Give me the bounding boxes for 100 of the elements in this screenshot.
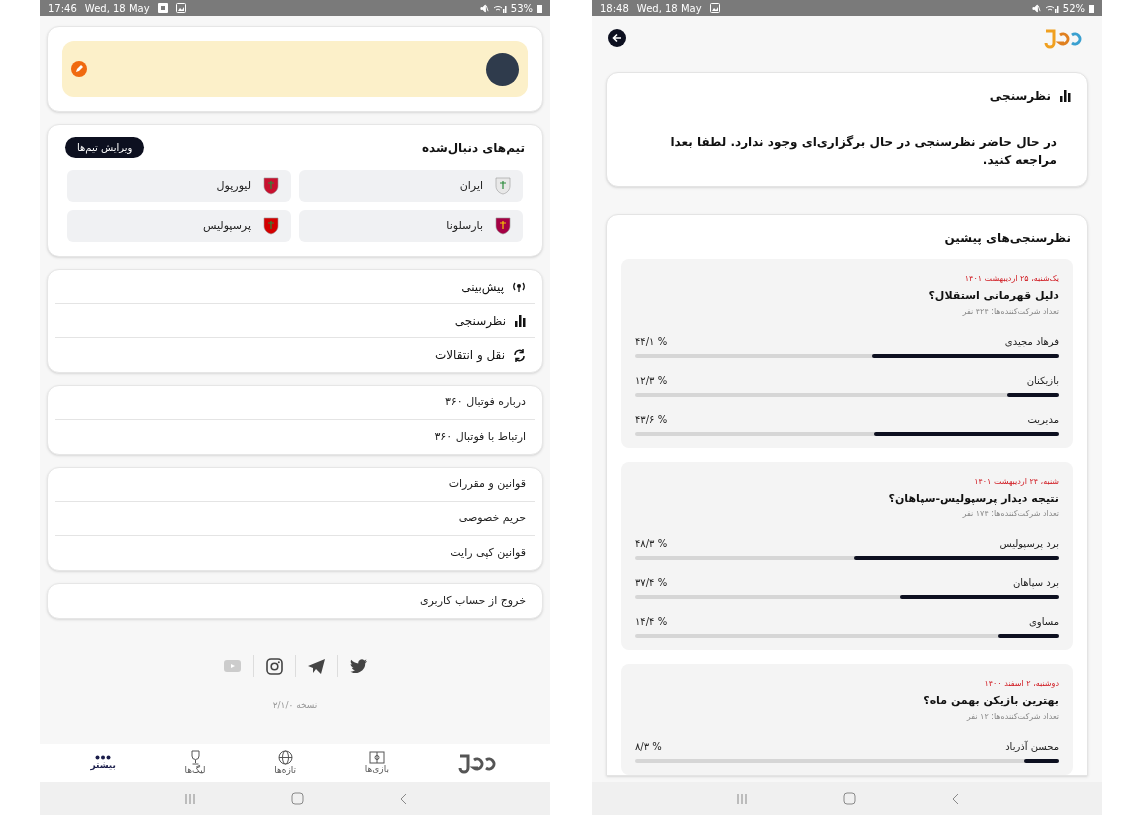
- menu-item[interactable]: قوانین کپی رایت: [55, 536, 535, 570]
- back-button[interactable]: [608, 29, 626, 47]
- menu-item-label: نظرسنجی: [454, 312, 506, 330]
- menu-item[interactable]: نقل و انتقالات: [55, 338, 535, 372]
- poll-date: دوشنبه، ۲ اسفند ۱۴۰۰: [983, 678, 1059, 690]
- participant-count: تعداد شرکت‌کننده‌ها: ۴۲۴ نفر: [961, 305, 1059, 318]
- section-title: تیم‌های دنبال‌شده: [421, 139, 525, 157]
- option-percentage: ۱۴/۴ %: [635, 615, 668, 629]
- poll-question: دلیل قهرمانی استقلال؟: [927, 288, 1059, 304]
- menu-item[interactable]: خروج از حساب کاربری: [55, 584, 535, 618]
- option-percentage: ۱۲/۳ %: [635, 373, 668, 388]
- home-icon[interactable]: [290, 792, 304, 805]
- menu-item[interactable]: حریم خصوصی: [55, 502, 535, 536]
- past-polls-title: نظرسنجی‌های پیشین: [943, 230, 1072, 247]
- menu-item[interactable]: پیش‌بینی: [55, 270, 535, 304]
- status-time: 17:46: [48, 1, 77, 16]
- option-label: مدیریت: [1027, 412, 1059, 427]
- status-date: Wed, 18 May: [84, 1, 150, 16]
- menu-item[interactable]: قوانین و مقررات: [55, 468, 535, 502]
- battery-percent: 53%: [510, 1, 533, 16]
- more-dots-icon: [95, 754, 112, 760]
- option-percentage: ۴۳/۶ %: [635, 412, 668, 427]
- battery-icon: [537, 3, 542, 13]
- menu-item[interactable]: ارتباط با فوتبال ۳۶۰: [55, 420, 535, 454]
- bar-chart-icon: [514, 314, 526, 327]
- mute-icon: [479, 3, 489, 13]
- option-percentage: ۴۸/۳ %: [635, 537, 668, 551]
- menu-item-label: پیش‌بینی: [461, 278, 504, 296]
- broadcast-icon: [512, 280, 526, 293]
- option-label: فرهاد مجیدی: [1004, 334, 1059, 349]
- participant-count: تعداد شرکت‌کننده‌ها: ۱۷۴ نفر: [961, 508, 1059, 520]
- option-label: محسن آذرباد: [1005, 739, 1059, 754]
- team-tile[interactable]: ایران: [299, 170, 523, 202]
- image-notification-icon: [175, 3, 186, 13]
- edit-profile-button[interactable]: [71, 61, 87, 77]
- menu-item[interactable]: درباره فوتبال ۳۶۰: [55, 386, 535, 420]
- battery-icon: [1089, 3, 1094, 13]
- team-name: لیورپول: [216, 177, 251, 194]
- nav-tab[interactable]: تازه‌ها: [274, 749, 297, 777]
- poll-date: یک‌شنبه، ۲۵ اردیبهشت ۱۴۰۱: [963, 273, 1059, 285]
- nav-tab[interactable]: بیشتر: [90, 754, 116, 772]
- recent-apps-icon[interactable]: [183, 792, 196, 805]
- nav-tab[interactable]: بازی‌ها: [364, 750, 389, 776]
- menu-item[interactable]: نظرسنجی: [55, 304, 535, 338]
- menu-item-label: حریم خصوصی: [458, 510, 526, 527]
- trophy-icon: [188, 749, 202, 765]
- menu-item-label: قوانین کپی رایت: [450, 544, 526, 561]
- team-crest-icon: [495, 177, 511, 195]
- team-crest-icon: [263, 217, 279, 235]
- signal-icon: [492, 3, 507, 13]
- back-icon[interactable]: [398, 792, 407, 805]
- option-percentage: ۳۷/۴ %: [635, 576, 668, 590]
- poll-question: نتیجه دیدار پرسپولیس-سپاهان؟: [887, 490, 1059, 507]
- paper-plane-icon[interactable]: [307, 658, 325, 674]
- option-percentage: ۴۴/۱ %: [635, 334, 668, 349]
- no-active-poll-message: در حال حاضر نظرسنجی در حال برگزاری‌ای وجود ندارد. لطفا بعدا مراجعه کنید.: [669, 134, 1058, 169]
- participant-count: تعداد شرکت‌کننده‌ها: ۱۲ نفر: [965, 710, 1059, 723]
- battery-percent: 52%: [1062, 1, 1085, 16]
- nav-tab[interactable]: لیگ‌ها: [184, 749, 206, 777]
- pencil-icon: [75, 65, 83, 73]
- pitch-icon: [368, 750, 385, 764]
- team-name: ایران: [459, 177, 483, 194]
- team-crest-icon: [495, 217, 511, 235]
- signal-icon: [1044, 3, 1059, 13]
- home-icon[interactable]: [842, 792, 856, 805]
- poll-date: شنبه، ۲۴ اردیبهشت ۱۴۰۱: [973, 475, 1059, 488]
- team-name: پرسپولیس: [202, 217, 251, 234]
- mute-icon: [1031, 3, 1041, 13]
- option-percentage: ۸/۳ %: [635, 739, 662, 754]
- status-date: Wed, 18 May: [636, 1, 702, 16]
- arrow-left-icon: [612, 33, 622, 43]
- team-name: بارسلونا: [446, 217, 483, 234]
- option-label: مساوی: [1029, 615, 1059, 629]
- team-crest-icon: [263, 177, 279, 195]
- status-time: 18:48: [600, 1, 629, 16]
- menu-item-label: خروج از حساب کاربری: [419, 592, 526, 609]
- camera-icon[interactable]: [265, 657, 283, 675]
- poll-question: بهترین بازیکن بهمن ماه؟: [922, 693, 1059, 709]
- bar-chart-icon: [1059, 90, 1071, 102]
- team-tile[interactable]: پرسپولیس: [67, 210, 291, 242]
- menu-item-label: قوانین و مقررات: [448, 476, 526, 493]
- option-label: برد پرسپولیس: [999, 537, 1059, 551]
- option-label: برد سپاهان: [1012, 576, 1059, 590]
- team-tile[interactable]: لیورپول: [67, 170, 291, 202]
- version-text: نسخه ۲/۱/۰: [271, 699, 319, 712]
- menu-item-label: نقل و انتقالات: [434, 347, 505, 364]
- back-icon[interactable]: [950, 792, 959, 805]
- bird-icon[interactable]: [349, 659, 367, 673]
- edit-teams-button[interactable]: ویرایش تیم‌ها: [65, 137, 145, 158]
- image-notification-icon: [709, 3, 720, 13]
- team-tile[interactable]: بارسلونا: [299, 210, 523, 242]
- recent-apps-icon[interactable]: [735, 792, 748, 805]
- avatar: [486, 52, 519, 86]
- menu-item-label: درباره فوتبال ۳۶۰: [444, 394, 526, 411]
- app-notification-icon: [157, 3, 168, 13]
- option-label: بازیکنان: [1026, 373, 1059, 388]
- globe-icon: [277, 749, 293, 765]
- menu-item-label: ارتباط با فوتبال ۳۶۰: [434, 428, 526, 445]
- refresh-icon: [513, 348, 526, 362]
- poll-section-title: نظرسنجی: [989, 88, 1051, 105]
